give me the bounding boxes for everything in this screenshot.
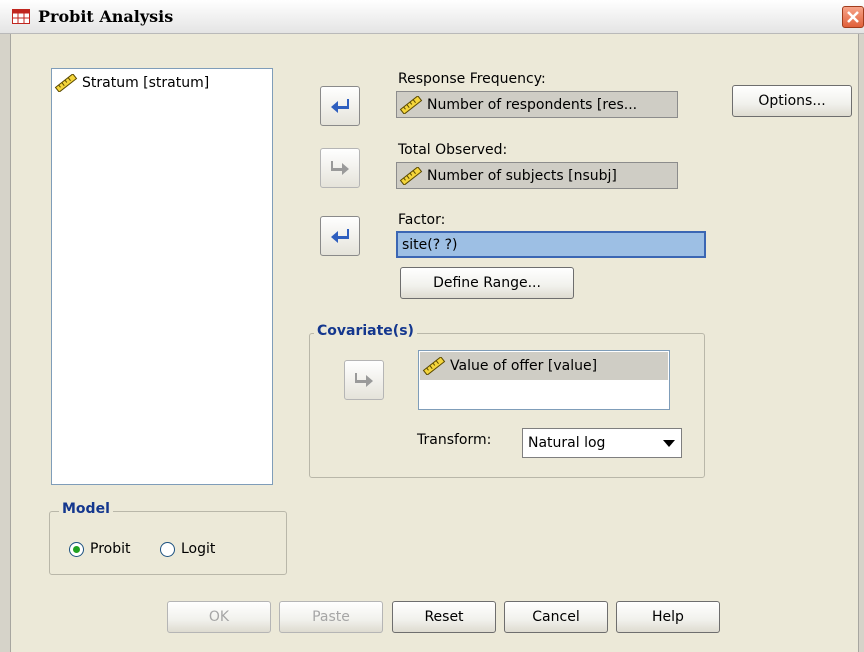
help-button[interactable]: Help [616,601,720,633]
title-bar: Probit Analysis [0,0,864,34]
response-frequency-value: Number of respondents [res... [427,96,638,113]
define-range-button[interactable]: Define Range... [400,267,574,299]
logit-label: Logit [181,541,216,557]
covariates-legend: Covariate(s) [314,323,417,339]
close-icon [847,11,859,23]
arrow-left-icon [331,99,349,113]
window-frame-left [0,34,11,652]
covariate-label: Value of offer [value] [450,358,598,374]
covariates-list[interactable]: Value of offer [value] [418,350,670,410]
total-observed-field[interactable]: Number of subjects [nsubj] [396,162,678,189]
reset-button[interactable]: Reset [392,601,496,633]
window-frame-right [858,34,864,652]
variable-label: Stratum [stratum] [82,75,210,91]
ruler-scale-icon [54,74,78,92]
radio-unselected-icon[interactable] [160,541,175,557]
move-total-observed-button[interactable] [320,148,360,188]
model-legend: Model [59,501,113,517]
response-frequency-field[interactable]: Number of respondents [res... [396,91,678,118]
window-title: Probit Analysis [38,7,174,26]
cancel-button[interactable]: Cancel [504,601,608,633]
move-response-frequency-button[interactable] [320,86,360,126]
model-option-logit[interactable]: Logit [160,541,215,557]
total-observed-value: Number of subjects [nsubj] [427,167,617,184]
radio-selected-icon[interactable] [69,541,84,557]
factor-label: Factor: [398,212,446,228]
factor-field[interactable]: site(? ?) [396,231,706,258]
ruler-scale-icon [399,166,423,185]
help-label: Help [652,609,684,625]
cancel-label: Cancel [532,609,580,625]
move-covariate-button[interactable] [344,360,384,400]
arrow-right-icon [331,161,349,175]
model-option-probit[interactable]: Probit [69,541,130,557]
factor-value: site(? ?) [402,236,458,253]
ruler-scale-icon [422,357,446,375]
list-item[interactable]: Value of offer [value] [420,352,668,380]
ok-label: OK [208,609,230,625]
arrow-left-icon [331,229,349,243]
options-button-label: Options... [758,93,826,109]
probit-label: Probit [90,541,131,557]
total-observed-label: Total Observed: [398,142,508,158]
response-frequency-label: Response Frequency: [398,71,546,87]
define-range-label: Define Range... [433,275,541,291]
source-variable-list[interactable]: Stratum [stratum] [51,68,273,485]
paste-button[interactable]: Paste [279,601,383,633]
data-grid-icon [12,9,30,24]
transform-label: Transform: [417,432,492,448]
list-item[interactable]: Stratum [stratum] [54,73,209,93]
ok-button[interactable]: OK [167,601,271,633]
paste-label: Paste [312,609,350,625]
chevron-down-icon [663,440,675,447]
arrow-right-icon [355,373,373,387]
transform-value: Natural log [528,435,606,451]
close-button[interactable] [842,6,864,28]
transform-select[interactable]: Natural log [522,428,682,458]
reset-label: Reset [424,609,464,625]
options-button[interactable]: Options... [732,85,852,117]
ruler-scale-icon [399,95,423,114]
move-factor-button[interactable] [320,216,360,256]
